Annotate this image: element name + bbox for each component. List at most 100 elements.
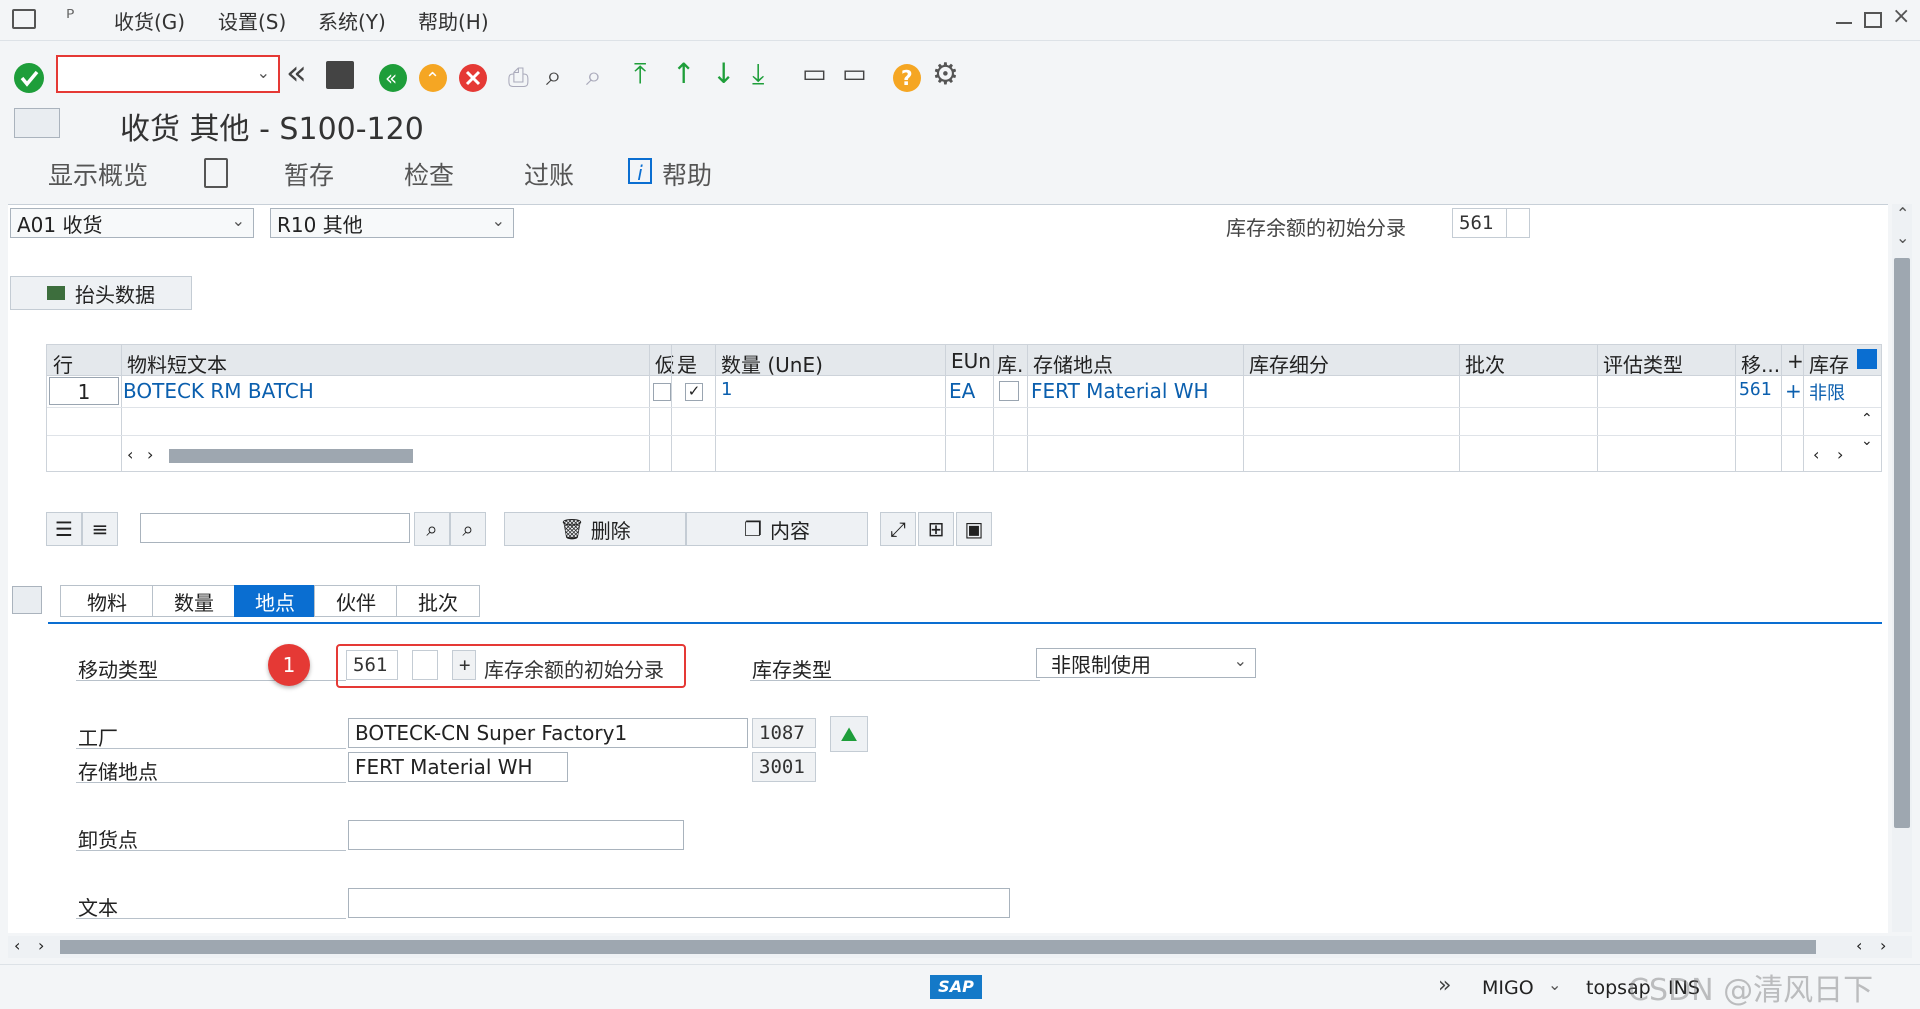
row-move-type[interactable]: 561: [1739, 379, 1772, 400]
scroll-thumb[interactable]: [1894, 258, 1910, 828]
expand-icon[interactable]: ⤢: [880, 512, 916, 546]
tab-partner[interactable]: 伙伴: [314, 585, 398, 617]
scroll-right-icon[interactable]: ›: [38, 936, 44, 955]
row-stock[interactable]: 非限: [1809, 379, 1845, 405]
chevron-down-icon[interactable]: ⌄: [1548, 975, 1561, 994]
row-store-icon[interactable]: [999, 381, 1019, 401]
enter-check-icon[interactable]: [12, 61, 46, 95]
content-button[interactable]: ❐ 内容: [686, 512, 868, 546]
minimize-icon[interactable]: [1836, 22, 1852, 24]
grid-find-next-icon[interactable]: ⌕: [450, 512, 486, 546]
info-icon[interactable]: i: [628, 158, 652, 185]
row-ok-checkbox[interactable]: ✓: [685, 383, 703, 401]
action-select[interactable]: A01 收货 ⌄: [10, 208, 254, 238]
scroll-left-icon[interactable]: ‹: [1856, 936, 1862, 955]
detail-toggle-icon[interactable]: [12, 586, 42, 614]
stock-overview-icon[interactable]: ▣: [956, 512, 992, 546]
delete-button[interactable]: 🗑 删除: [504, 512, 686, 546]
menu-item-receipt[interactable]: 收货(G): [114, 6, 185, 35]
restore-icon[interactable]: [1864, 12, 1882, 28]
plant-name-field[interactable]: BOTECK-CN Super Factory1: [348, 718, 748, 748]
grid-scroll-thumb[interactable]: [169, 449, 413, 463]
row-material[interactable]: BOTECK RM BATCH: [123, 379, 314, 403]
status-expand-icon[interactable]: »: [1438, 973, 1451, 998]
scroll-right-icon[interactable]: ›: [1880, 936, 1886, 955]
row-plus[interactable]: +: [1785, 379, 1802, 403]
park-button[interactable]: 暂存: [284, 156, 334, 192]
header-movement-code[interactable]: 561: [1452, 208, 1508, 238]
row-storage-location[interactable]: FERT Material WH: [1031, 379, 1209, 403]
scroll-up-icon[interactable]: ⌃: [1896, 204, 1909, 223]
reference-select[interactable]: R10 其他 ⌄: [270, 208, 514, 238]
double-left-icon[interactable]: «: [286, 53, 307, 93]
right-scrollbar[interactable]: ⌃ ⌄: [1892, 204, 1912, 932]
app-menu-icon[interactable]: [12, 9, 36, 29]
row-line-number[interactable]: 1: [49, 377, 119, 405]
grid-find-icon[interactable]: ⌕: [414, 512, 450, 546]
help-icon[interactable]: ?: [890, 61, 924, 95]
plant-map-icon[interactable]: ⛰: [830, 716, 868, 752]
tab-where[interactable]: 地点: [234, 585, 316, 617]
unloading-point-input[interactable]: [348, 820, 684, 850]
bottom-hscroll[interactable]: ‹ › ‹ ›: [8, 936, 1912, 958]
shortcut-icon[interactable]: ▭: [842, 59, 867, 89]
save-icon[interactable]: [326, 61, 354, 89]
scroll-down-icon[interactable]: ⌄: [1896, 228, 1909, 247]
bottom-scroll-thumb[interactable]: [60, 940, 1816, 954]
menu-item-help[interactable]: 帮助(H): [418, 6, 489, 35]
chevron-down-icon[interactable]: ⌄: [257, 63, 270, 82]
grid-vscroll-up-icon[interactable]: ⌃: [1861, 411, 1873, 427]
storage-location-label: 存储地点: [78, 760, 158, 784]
grid-scroll-left-icon[interactable]: ‹: [1813, 445, 1819, 464]
tab-quantity[interactable]: 数量: [152, 585, 236, 617]
show-overview-button[interactable]: 显示概览: [48, 156, 148, 192]
item-text-input[interactable]: [348, 888, 1010, 918]
table-row[interactable]: 1 BOTECK RM BATCH ✓ 1 EA FERT Material W…: [47, 375, 1881, 408]
header-movement-ind[interactable]: [1506, 208, 1530, 238]
grid-hscroll[interactable]: ‹ ›: [121, 445, 1821, 467]
help-button[interactable]: 帮助: [662, 156, 712, 192]
movement-ind-field[interactable]: [412, 650, 438, 680]
exit-icon[interactable]: ⌃: [416, 61, 450, 95]
col-line: 行: [53, 353, 73, 377]
new-document-icon[interactable]: [204, 158, 228, 188]
movement-code-field[interactable]: 561: [346, 650, 398, 680]
menu-item-system[interactable]: 系统(Y): [318, 6, 386, 35]
hierarchy-icon[interactable]: ⊞: [918, 512, 954, 546]
back-icon[interactable]: «: [376, 61, 410, 95]
cancel-icon[interactable]: [456, 61, 490, 95]
next-page-icon[interactable]: ↓: [712, 57, 735, 90]
grid-search-input[interactable]: [140, 513, 410, 543]
first-page-icon[interactable]: ⤒: [634, 57, 646, 91]
select-all-icon[interactable]: ☰: [46, 512, 82, 546]
settings-gear-icon[interactable]: ⚙: [932, 57, 959, 92]
row-unit[interactable]: EA: [949, 379, 975, 403]
grid-scroll-right-icon[interactable]: ›: [1837, 445, 1843, 464]
scroll-right-icon[interactable]: ›: [147, 445, 153, 464]
tab-material[interactable]: 物料: [60, 585, 154, 617]
check-button[interactable]: 检查: [404, 156, 454, 192]
menu-item-settings[interactable]: 设置(S): [218, 6, 286, 35]
close-window-icon[interactable]: ×: [1892, 4, 1910, 29]
filter-icon[interactable]: ≡: [82, 512, 118, 546]
grid-vscroll-down-icon[interactable]: ⌄: [1861, 433, 1873, 449]
find-icon[interactable]: ⌕: [546, 59, 562, 93]
storage-location-field[interactable]: FERT Material WH: [348, 752, 568, 782]
stock-type-select[interactable]: 非限制使用 ⌄: [1036, 648, 1256, 678]
row-quantity[interactable]: 1: [721, 379, 732, 400]
new-session-icon[interactable]: ▭: [802, 59, 827, 89]
scroll-left-icon[interactable]: ‹: [14, 936, 20, 955]
row-provisional-checkbox[interactable]: [653, 383, 671, 401]
tab-batch[interactable]: 批次: [396, 585, 480, 617]
header-data-button[interactable]: 抬头数据: [10, 276, 192, 310]
post-button[interactable]: 过账: [524, 156, 574, 192]
scroll-left-icon[interactable]: ‹: [127, 445, 133, 464]
grid-header: 行 物料短文本 仮 是 数量 (UnE) EUn 库. 存储地点 库存细分 批次…: [47, 345, 1881, 377]
status-bar: SAP » MIGO ⌄ topsap INS CSDN @清风日下: [0, 964, 1920, 1009]
column-settings-icon[interactable]: [1857, 349, 1877, 369]
sap-logo-menu-icon[interactable]: ᴾ: [66, 6, 74, 31]
prev-page-icon[interactable]: ↑: [672, 57, 695, 90]
last-page-icon[interactable]: ⤓: [752, 57, 764, 91]
command-field[interactable]: ⌄: [56, 55, 280, 93]
layout-toggle-icon[interactable]: [14, 108, 60, 138]
